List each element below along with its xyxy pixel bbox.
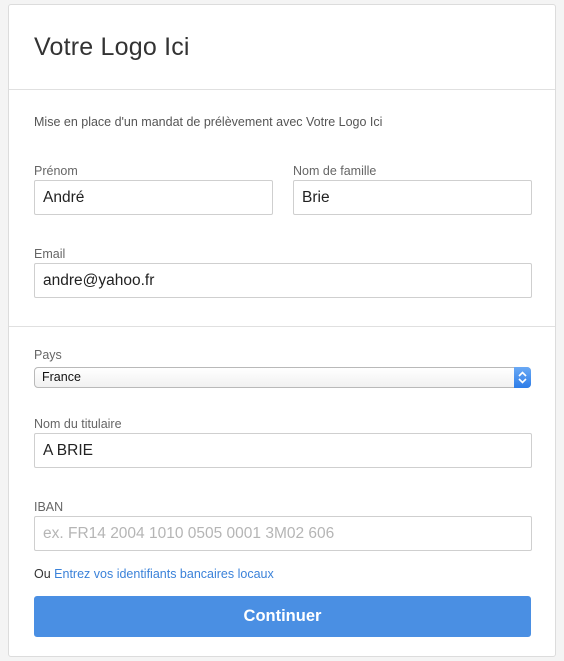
country-selected-value: France: [42, 370, 81, 384]
account-holder-label: Nom du titulaire: [34, 417, 122, 431]
iban-label: IBAN: [34, 500, 64, 514]
alt-prefix: Ou: [34, 567, 51, 581]
first-name-input[interactable]: [34, 180, 273, 215]
bank-info-section: Pays France Nom du titulaire IBAN Ou Ent…: [9, 327, 555, 657]
personal-info-section: Mise en place d'un mandat de prélèvement…: [9, 90, 555, 327]
card-header: Votre Logo Ici: [9, 5, 555, 90]
select-arrows-icon: [514, 367, 531, 388]
local-bank-details-link[interactable]: Entrez vos identifiants bancaires locaux: [54, 567, 274, 581]
intro-text: Mise en place d'un mandat de prélèvement…: [34, 115, 383, 129]
country-label: Pays: [34, 348, 62, 362]
last-name-label: Nom de famille: [293, 164, 377, 178]
first-name-label: Prénom: [34, 164, 78, 178]
page-title: Votre Logo Ici: [34, 33, 190, 61]
account-holder-input[interactable]: [34, 433, 532, 468]
email-field[interactable]: [34, 263, 532, 298]
email-label: Email: [34, 247, 66, 261]
country-select[interactable]: France: [34, 367, 531, 388]
alt-bank-details-line: Ou Entrez vos identifiants bancaires loc…: [34, 567, 274, 581]
last-name-input[interactable]: [293, 180, 532, 215]
mandate-card: Votre Logo Ici Mise en place d'un mandat…: [8, 4, 556, 657]
continue-button[interactable]: Continuer: [34, 596, 531, 637]
iban-input[interactable]: [34, 516, 532, 551]
